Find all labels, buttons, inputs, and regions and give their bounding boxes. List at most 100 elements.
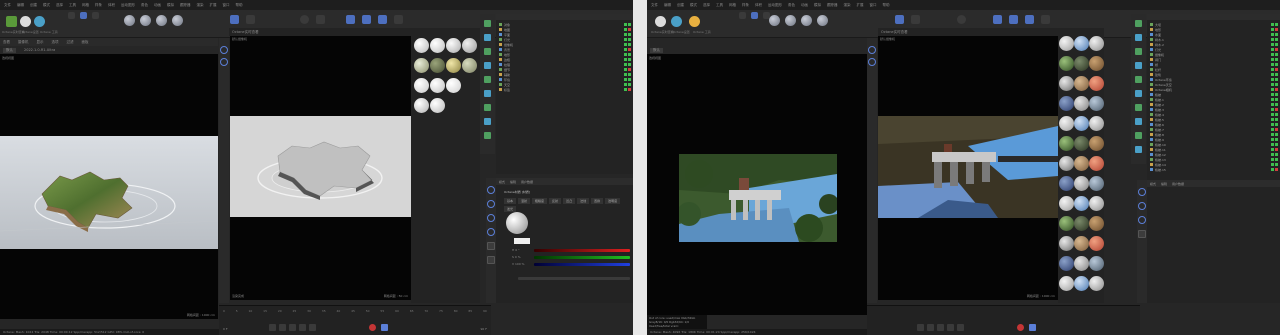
timeline-frame-11[interactable]: 50 — [366, 309, 370, 319]
material-swatch[interactable] — [1074, 76, 1089, 91]
material-swatch[interactable] — [1059, 216, 1074, 231]
timeline-frame-10[interactable]: 45 — [351, 309, 355, 319]
visibility-toggles[interactable] — [1271, 48, 1278, 51]
menu-item-15[interactable]: 渲染 — [844, 3, 851, 8]
menu-item-6[interactable]: 工具 — [716, 3, 723, 8]
render-picture-button[interactable] — [785, 15, 796, 26]
material-swatch[interactable] — [1059, 156, 1074, 171]
viewport-menu-item-4[interactable]: 选项 — [52, 40, 59, 45]
visibility-toggles[interactable] — [1271, 58, 1278, 61]
material-swatch-7[interactable] — [446, 58, 461, 73]
timeline-frame-2[interactable]: 5 — [236, 309, 238, 319]
play-button[interactable] — [937, 324, 944, 331]
timeline-frame-12[interactable]: 55 — [380, 309, 384, 319]
timeline-frame-6[interactable]: 25 — [292, 309, 296, 319]
visibility-toggles[interactable] — [1271, 68, 1278, 71]
material-channel-tab-2[interactable]: 漫射 — [518, 198, 531, 204]
palette-icon-2[interactable] — [1135, 34, 1142, 41]
tool-circle-3-icon[interactable] — [487, 214, 495, 222]
object-row[interactable]: 标签 — [496, 87, 633, 92]
material-swatch[interactable] — [1059, 196, 1074, 211]
brightness-slider[interactable] — [518, 277, 630, 280]
menu-item-13[interactable]: 模拟 — [167, 3, 174, 8]
octane-live-viewer-button[interactable] — [655, 16, 666, 27]
menu-item-13[interactable]: 模拟 — [814, 3, 821, 8]
pen-icon[interactable] — [316, 15, 325, 24]
tool-square-1-icon[interactable] — [487, 242, 495, 250]
timeline-frame-1[interactable]: 0 — [223, 309, 225, 319]
menu-item-4[interactable]: 模式 — [43, 3, 50, 8]
visibility-toggles[interactable] — [1271, 138, 1278, 141]
render-mode-dropdown[interactable]: 默认 — [3, 47, 16, 53]
tool-circle-3-icon[interactable] — [1138, 216, 1146, 224]
attribute-tab-1[interactable]: 模式 — [1150, 182, 1156, 186]
octane-settings-button[interactable] — [20, 16, 31, 27]
palette-icon-7[interactable] — [484, 104, 491, 111]
cube-icon[interactable] — [957, 15, 966, 24]
viewport-menu-item-1[interactable]: 查看 — [3, 40, 10, 45]
material-channel-tab-4[interactable]: 反射 — [549, 198, 562, 204]
material-channel-tab-7[interactable]: 置换 — [591, 198, 604, 204]
prev-key-button[interactable] — [279, 324, 286, 331]
value-slider[interactable] — [534, 263, 630, 266]
timeline-frame-4[interactable]: 15 — [263, 309, 267, 319]
menu-item-8[interactable]: 样条 — [742, 3, 749, 8]
material-button[interactable] — [817, 15, 828, 26]
material-swatch[interactable] — [1059, 136, 1074, 151]
material-channel-tab-1[interactable]: 基本 — [504, 198, 517, 204]
menu-item-1[interactable]: 文件 — [651, 3, 658, 8]
go-to-end-button[interactable] — [957, 324, 964, 331]
material-swatch-10[interactable] — [430, 78, 445, 93]
deformer-icon[interactable] — [362, 15, 371, 24]
material-swatch-6[interactable] — [430, 58, 445, 73]
palette-icon-2[interactable] — [484, 34, 491, 41]
viewport-menu-item-6[interactable]: 面板 — [82, 40, 89, 45]
saturation-slider[interactable] — [534, 256, 630, 259]
scale-tool-icon[interactable] — [80, 12, 87, 19]
menu-item-3[interactable]: 创建 — [677, 3, 684, 8]
hue-slider[interactable] — [534, 249, 630, 252]
material-swatch[interactable] — [1089, 36, 1104, 51]
render-view-button[interactable] — [124, 15, 135, 26]
play-button[interactable] — [289, 324, 296, 331]
material-swatch-4[interactable] — [462, 38, 477, 53]
octane-render-viewport[interactable]: 默认摄像机 网格间距 : 50 cm 渲染完成 — [230, 36, 411, 300]
timeline-frame-19[interactable]: 90 — [483, 309, 487, 319]
material-channel-tab-6[interactable]: 法线 — [577, 198, 590, 204]
material-swatch[interactable] — [1089, 56, 1104, 71]
render-settings-button[interactable] — [156, 15, 167, 26]
palette-icon-6[interactable] — [1135, 90, 1142, 97]
visibility-toggles[interactable] — [1271, 73, 1278, 76]
menu-item-9[interactable]: 体积 — [755, 3, 762, 8]
material-swatch-8[interactable] — [462, 58, 477, 73]
palette-icon-4[interactable] — [1135, 62, 1142, 69]
palette-icon-8[interactable] — [484, 118, 491, 125]
menu-item-6[interactable]: 工具 — [69, 3, 76, 8]
palette-icon-5[interactable] — [1135, 76, 1142, 83]
perspective-viewport[interactable]: 透视视图 — [647, 54, 867, 315]
visibility-toggles[interactable] — [1271, 88, 1278, 91]
material-swatch[interactable] — [1059, 256, 1074, 271]
snap-icon[interactable] — [895, 15, 904, 24]
menu-item-11[interactable]: 角色 — [141, 3, 148, 8]
prev-key-button[interactable] — [927, 324, 934, 331]
viewport-menu-item-2[interactable]: 摄像机 — [18, 40, 29, 45]
render-picture-button[interactable] — [140, 15, 151, 26]
timeline-frame-13[interactable]: 60 — [395, 309, 399, 319]
field-icon[interactable] — [378, 15, 387, 24]
material-swatch[interactable] — [1089, 176, 1104, 191]
attribute-tab-2[interactable]: 编辑 — [1161, 182, 1167, 186]
material-swatch[interactable] — [1089, 96, 1104, 111]
menu-item-9[interactable]: 体积 — [108, 3, 115, 8]
palette-icon-4[interactable] — [484, 62, 491, 69]
timeline-frame-5[interactable]: 20 — [278, 309, 282, 319]
menu-item-12[interactable]: 动画 — [154, 3, 161, 8]
material-swatch[interactable] — [1074, 36, 1089, 51]
visibility-toggles[interactable] — [624, 73, 631, 76]
menu-item-16[interactable]: 扩展 — [210, 3, 217, 8]
material-swatch[interactable] — [1074, 196, 1089, 211]
tool-circle-4-icon[interactable] — [487, 228, 495, 236]
visibility-toggles[interactable] — [1271, 128, 1278, 131]
move-tool-icon[interactable] — [68, 12, 75, 19]
render-mode-dropdown[interactable]: 默认 — [650, 47, 663, 53]
